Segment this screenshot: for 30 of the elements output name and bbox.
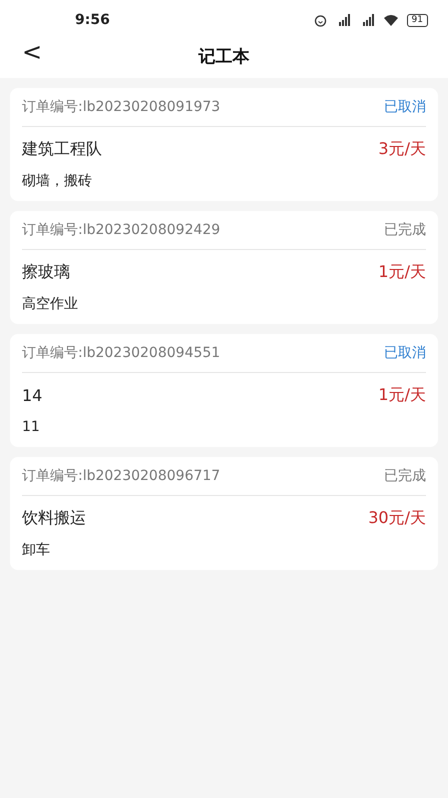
- order-number: 订单编号:lb20230208091973: [22, 98, 220, 116]
- order-number: 订单编号:lb20230208092429: [22, 221, 220, 239]
- order-status: 已完成: [384, 467, 426, 485]
- page-title: 记工本: [198, 46, 250, 68]
- wifi-icon: [382, 14, 399, 26]
- order-status: 已完成: [384, 221, 426, 239]
- order-card[interactable]: 订单编号:lb20230208094551 已取消 14 1元/天 11: [10, 334, 438, 447]
- order-card[interactable]: 订单编号:lb20230208091973 已取消 建筑工程队 3元/天 砌墙，搬砖: [10, 88, 438, 201]
- job-name: 饮料搬运: [22, 508, 86, 528]
- job-name: 14: [22, 386, 42, 404]
- alarm-icon: [314, 14, 327, 26]
- battery-level: 91: [406, 14, 428, 26]
- job-price: 1元/天: [378, 262, 426, 282]
- job-description: 高空作业: [22, 295, 79, 314]
- job-name: 建筑工程队: [22, 138, 102, 160]
- job-price: 30元/天: [368, 508, 426, 528]
- status-time: 9:56: [75, 12, 110, 28]
- job-description: 11: [22, 418, 41, 437]
- order-number: 订单编号:lb20230208094551: [22, 344, 220, 362]
- order-status: 已取消: [384, 344, 426, 362]
- job-price: 1元/天: [378, 384, 426, 406]
- order-card[interactable]: 订单编号:lb20230208092429 已完成 擦玻璃 1元/天 高空作业: [10, 211, 438, 324]
- job-description: 卸车: [22, 541, 51, 560]
- job-name: 擦玻璃: [22, 262, 70, 282]
- back-button[interactable]: <: [18, 38, 46, 66]
- order-status: 已取消: [384, 98, 426, 116]
- order-card[interactable]: 订单编号:lb20230208096717 已完成 饮料搬运 30元/天 卸车: [10, 457, 438, 570]
- order-number: 订单编号:lb20230208096717: [22, 467, 220, 485]
- job-price: 3元/天: [378, 138, 426, 160]
- job-description: 砌墙，搬砖: [22, 172, 93, 191]
